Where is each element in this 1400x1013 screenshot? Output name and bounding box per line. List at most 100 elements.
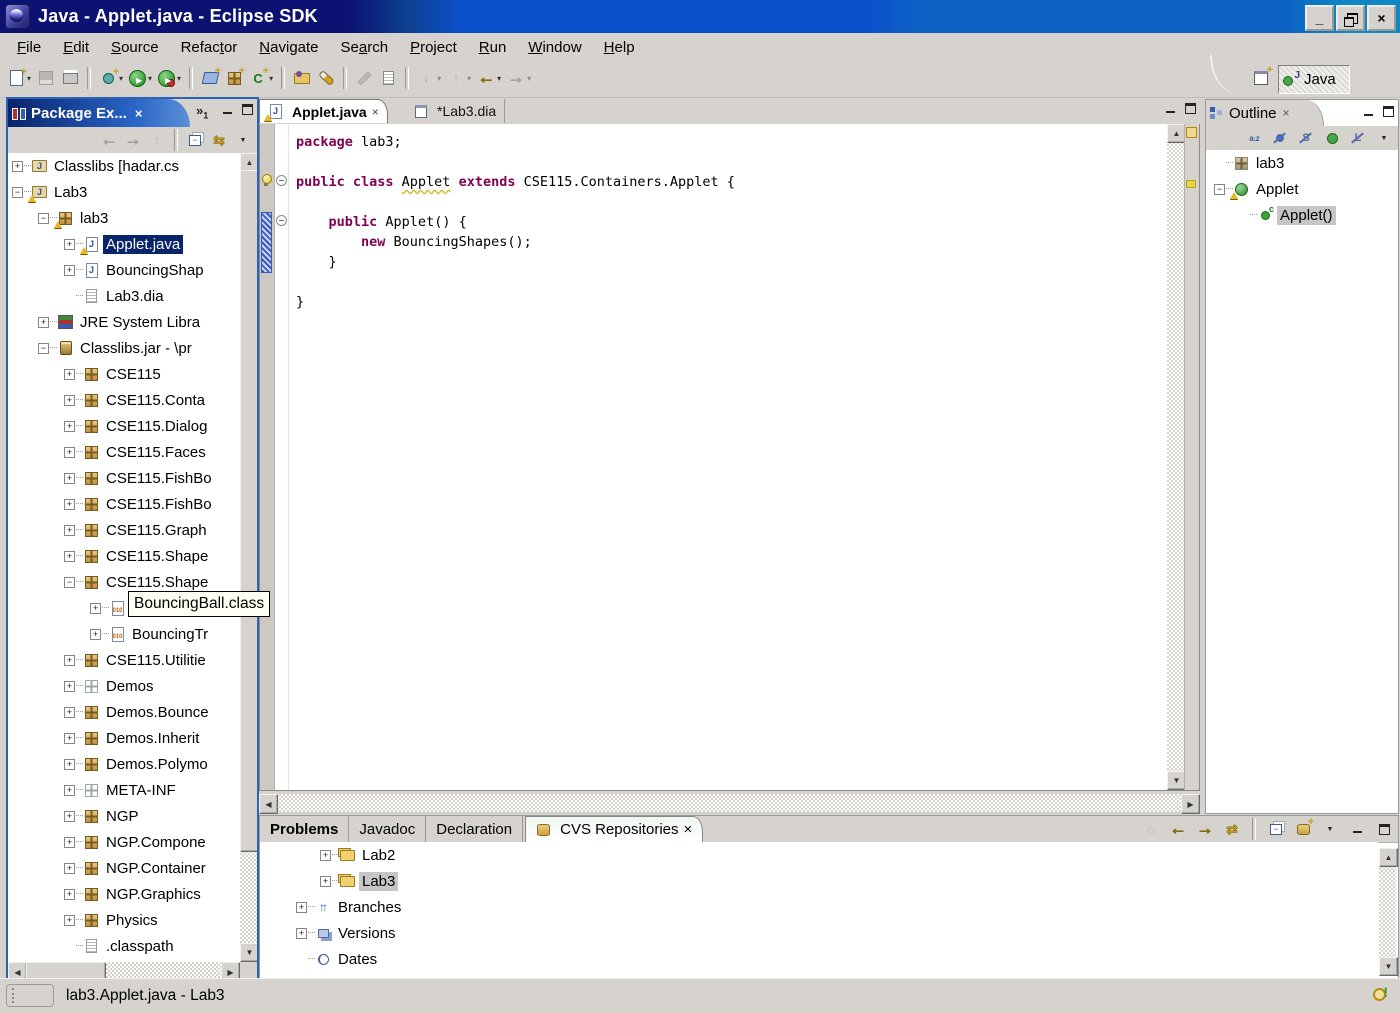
tree-item-demos-bounce[interactable]: +Demos.Bounce <box>8 699 240 725</box>
expander-icon[interactable]: + <box>64 785 75 796</box>
tree-item-cse115-dialog[interactable]: +CSE115.Dialog <box>8 413 240 439</box>
expander-icon[interactable]: + <box>64 447 75 458</box>
expander-icon[interactable]: − <box>38 213 49 224</box>
tree-item-cse115[interactable]: +CSE115 <box>8 361 240 387</box>
menu-item-refactor[interactable]: Refactor <box>170 36 249 59</box>
bottom-tab-problems[interactable]: Problems <box>260 816 349 842</box>
tree-item-lab2[interactable]: +Lab2 <box>260 842 1378 868</box>
annotation-summary-icon[interactable] <box>1186 127 1197 138</box>
search-button[interactable] <box>314 65 338 91</box>
java-perspective-button[interactable]: Java <box>1278 65 1350 94</box>
view-menu-button[interactable] <box>1318 816 1342 842</box>
maximize-view-button[interactable] <box>1372 816 1396 842</box>
external-tools-button[interactable]: ▾ <box>155 65 184 91</box>
expander-icon[interactable]: + <box>12 161 23 172</box>
new-wizard-button[interactable]: ▾ <box>4 65 34 91</box>
tree-item-lab3[interactable]: −lab3 <box>8 205 240 231</box>
expander-icon[interactable]: + <box>64 707 75 718</box>
editor-body[interactable]: package lab3;public class Applet extends… <box>259 124 1200 791</box>
package-explorer-maximize-button[interactable] <box>241 103 254 116</box>
scroll-thumb[interactable] <box>240 170 257 852</box>
menu-item-run[interactable]: Run <box>468 36 518 59</box>
tree-item-applet[interactable]: Applet() <box>1206 202 1398 228</box>
outline-close-icon[interactable]: × <box>1283 106 1290 120</box>
debug-button[interactable]: ▾ <box>96 65 126 91</box>
previous-annotation-dropdown-icon[interactable]: ▾ <box>467 74 471 83</box>
forward-dropdown-icon[interactable]: ▾ <box>527 74 531 83</box>
package-explorer-tab[interactable]: Package Ex... × <box>8 99 190 127</box>
expander-icon[interactable]: − <box>12 187 23 198</box>
tree-item-ngp-graphics[interactable]: +NGP.Graphics <box>8 881 240 907</box>
expander-icon[interactable]: + <box>64 239 75 250</box>
expander-icon[interactable]: + <box>64 759 75 770</box>
tree-item-ngp-container[interactable]: +NGP.Container <box>8 855 240 881</box>
new-class-dropdown-icon[interactable]: ▾ <box>269 74 273 83</box>
editor-minimize-button[interactable] <box>1164 102 1177 115</box>
tree-item-cse115-fishbo[interactable]: +CSE115.FishBo <box>8 465 240 491</box>
new-wizard-dropdown-icon[interactable]: ▾ <box>27 74 31 83</box>
editor-vscrollbar[interactable]: ▲ ▼ <box>1167 124 1184 790</box>
expander-icon[interactable]: + <box>64 265 75 276</box>
tree-item-bouncingtr[interactable]: +BouncingTr <box>8 621 240 647</box>
menu-item-source[interactable]: Source <box>100 36 170 59</box>
menu-item-project[interactable]: Project <box>399 36 468 59</box>
expander-icon[interactable]: + <box>64 369 75 380</box>
warning-marker[interactable] <box>1186 180 1196 188</box>
expander-icon[interactable]: + <box>64 863 75 874</box>
background-task-icon[interactable] <box>1373 986 1388 1001</box>
tree-item-cse115-utilitie[interactable]: +CSE115.Utilitie <box>8 647 240 673</box>
expander-icon[interactable]: − <box>38 343 49 354</box>
tree-item-branches[interactable]: +Branches <box>260 894 1378 920</box>
expander-icon[interactable]: + <box>296 928 307 939</box>
external-tools-dropdown-icon[interactable]: ▾ <box>177 74 181 83</box>
minimize-view-button[interactable] <box>1345 816 1369 842</box>
refresh-button[interactable] <box>1220 816 1244 842</box>
package-explorer-minimize-button[interactable] <box>221 103 234 116</box>
expander-icon[interactable]: + <box>320 850 331 861</box>
outline-tab[interactable]: Outline × <box>1206 100 1324 126</box>
tree-item-classlibs-jar-pr[interactable]: −Classlibs.jar - \pr <box>8 335 240 361</box>
tree-item-meta-inf[interactable]: +META-INF <box>8 777 240 803</box>
bottom-tab-close-icon[interactable]: × <box>684 821 693 838</box>
expander-icon[interactable]: + <box>64 889 75 900</box>
expander-icon[interactable]: + <box>320 876 331 887</box>
view-menu-button[interactable] <box>231 127 255 153</box>
tree-item-classlibs-hadar-cs[interactable]: +Classlibs [hadar.cs <box>8 153 240 179</box>
collapse-all-button[interactable] <box>183 127 207 153</box>
hide-static-button[interactable] <box>1294 125 1318 151</box>
hide-local-types-button[interactable] <box>1346 125 1370 151</box>
link-with-editor-button[interactable] <box>207 127 231 153</box>
editor-tab-applet-java[interactable]: Applet.java× <box>259 99 388 123</box>
new-class-button[interactable]: ▾ <box>246 65 276 91</box>
tree-item-bouncingshap[interactable]: +BouncingShap <box>8 257 240 283</box>
editor-maximize-button[interactable] <box>1184 102 1197 115</box>
tree-item-demos-polymo[interactable]: +Demos.Polymo <box>8 751 240 777</box>
fold-collapse-icon[interactable] <box>276 175 287 186</box>
tree-item-lab3[interactable]: lab3 <box>1206 150 1398 176</box>
tree-item-cse115-graph[interactable]: +CSE115.Graph <box>8 517 240 543</box>
menu-item-search[interactable]: Search <box>330 36 400 59</box>
tree-item-applet[interactable]: −Applet <box>1206 176 1398 202</box>
back-dropdown-icon[interactable]: ▾ <box>497 74 501 83</box>
scroll-right-icon[interactable]: ▶ <box>1181 794 1200 814</box>
tree-item-ngp-compone[interactable]: +NGP.Compone <box>8 829 240 855</box>
expander-icon[interactable]: + <box>64 915 75 926</box>
code-area[interactable]: package lab3;public class Applet extends… <box>289 124 1167 790</box>
open-resource-button[interactable] <box>290 65 314 91</box>
tree-item-jre-system-libra[interactable]: +JRE System Libra <box>8 309 240 335</box>
close-button[interactable]: × <box>1367 5 1396 31</box>
debug-dropdown-icon[interactable]: ▾ <box>119 74 123 83</box>
quickfix-lightbulb-icon[interactable] <box>261 174 272 186</box>
hide-fields-button[interactable] <box>1268 125 1292 151</box>
bottom-tab-javadoc[interactable]: Javadoc <box>349 816 426 842</box>
expander-icon[interactable]: + <box>38 317 49 328</box>
expander-icon[interactable]: + <box>64 681 75 692</box>
expander-icon[interactable]: + <box>64 811 75 822</box>
scroll-left-icon[interactable]: ◀ <box>259 794 278 814</box>
tree-item-ngp[interactable]: +NGP <box>8 803 240 829</box>
tree-item-lab3[interactable]: +Lab3 <box>260 868 1378 894</box>
fold-collapse-icon[interactable] <box>276 215 287 226</box>
menu-item-window[interactable]: Window <box>517 36 592 59</box>
expander-icon[interactable]: + <box>64 499 75 510</box>
tree-item-cse115-conta[interactable]: +CSE115.Conta <box>8 387 240 413</box>
